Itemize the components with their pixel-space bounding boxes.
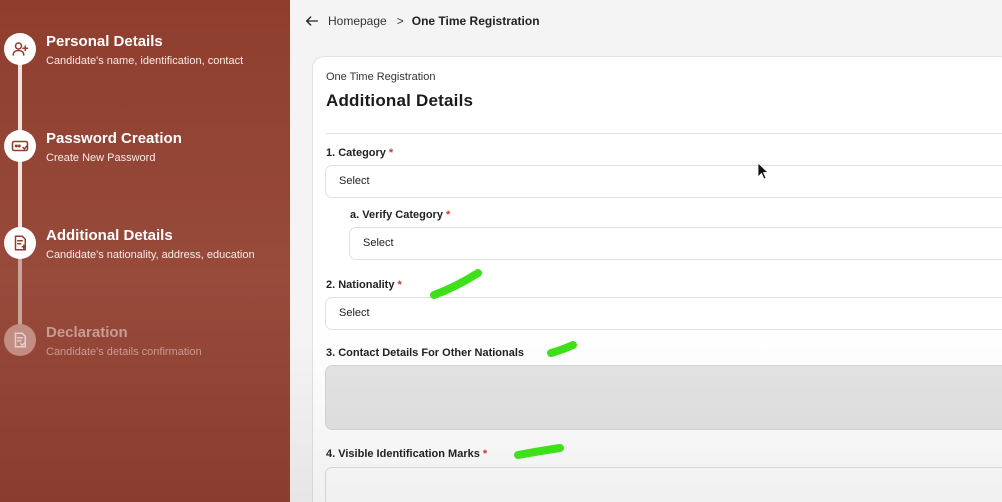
required-asterisk: * xyxy=(482,448,488,460)
step-description: Create New Password xyxy=(46,152,156,164)
document-check-icon xyxy=(4,324,36,356)
step-title: Password Creation xyxy=(46,130,182,147)
breadcrumb: Homepage > One Time Registration xyxy=(304,12,540,30)
contact-details-textarea[interactable] xyxy=(325,365,1002,430)
identification-marks-input[interactable] xyxy=(325,467,1002,502)
registration-form-card: One Time Registration Additional Details… xyxy=(312,56,1002,502)
breadcrumb-current: One Time Registration xyxy=(411,14,540,28)
document-add-icon xyxy=(4,227,36,259)
breadcrumb-separator: > xyxy=(396,14,404,28)
contact-details-label: 3. Contact Details For Other Nationals xyxy=(326,347,525,359)
step-title: Personal Details xyxy=(46,33,163,50)
password-icon xyxy=(4,130,36,162)
required-asterisk: * xyxy=(388,147,394,159)
mouse-cursor-icon xyxy=(757,162,769,180)
back-arrow-icon[interactable] xyxy=(304,13,320,29)
form-subtitle: One Time Registration xyxy=(326,71,436,83)
form-title: Additional Details xyxy=(326,91,474,110)
step-title: Declaration xyxy=(46,324,128,341)
category-select[interactable]: Select xyxy=(325,165,1002,198)
nationality-label: 2. Nationality * xyxy=(326,279,402,291)
registration-steps-sidebar: Personal Details Candidate's name, ident… xyxy=(0,0,290,502)
verify-category-label: a. Verify Category * xyxy=(350,209,451,221)
step-description: Candidate's name, identification, contac… xyxy=(46,55,244,67)
identification-marks-label: 4. Visible Identification Marks * xyxy=(326,448,488,460)
breadcrumb-home-link[interactable]: Homepage xyxy=(328,14,387,28)
main-content: Homepage > One Time Registration One Tim… xyxy=(290,0,1002,502)
required-asterisk: * xyxy=(445,209,451,221)
nationality-select[interactable]: Select xyxy=(325,297,1002,330)
step-description: Candidate's nationality, address, educat… xyxy=(46,249,255,261)
header-divider xyxy=(326,133,1002,134)
required-asterisk: * xyxy=(397,279,402,291)
step-title: Additional Details xyxy=(46,227,173,244)
step-description: Candidate's details confirmation xyxy=(46,346,202,358)
category-label: 1. Category * xyxy=(326,147,394,159)
verify-category-select[interactable]: Select xyxy=(349,227,1002,260)
add-user-icon xyxy=(4,33,36,65)
